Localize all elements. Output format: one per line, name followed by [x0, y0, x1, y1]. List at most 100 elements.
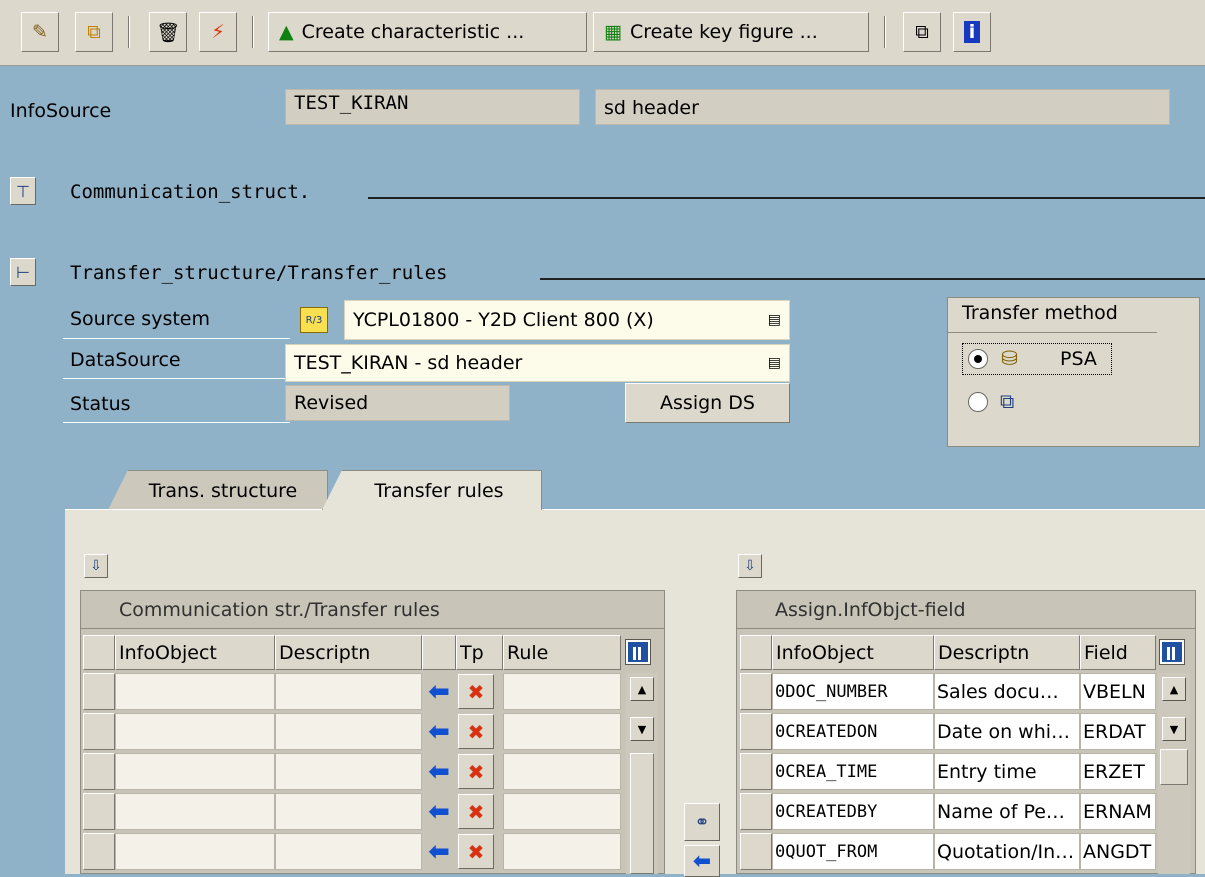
psa-radio[interactable] — [968, 349, 988, 369]
delete-rule-icon[interactable]: ✖ — [458, 754, 494, 789]
create-key-figure-label: Create key figure ... — [629, 21, 818, 43]
right-vertical-scrollbar[interactable]: ▲ ▼ — [1158, 673, 1190, 874]
assign-arrow-icon[interactable]: ⬅ — [423, 714, 455, 749]
create-characteristic-button[interactable]: ▲ Create characteristic ... — [268, 12, 587, 52]
row-selector[interactable] — [740, 673, 772, 710]
assign-arrow-icon[interactable]: ⬅ — [423, 674, 455, 709]
section-divider — [540, 278, 1205, 280]
database-icon: ⛁ — [1001, 346, 1018, 370]
description-cell: Name of Pe… — [934, 793, 1080, 830]
table-caption: Assign.InfObjct-field — [737, 591, 1195, 629]
create-key-figure-button[interactable]: ▦ Create key figure ... — [593, 12, 869, 52]
display-change-button[interactable]: ✎ — [21, 12, 59, 52]
scroll-down-icon[interactable]: ▼ — [630, 717, 654, 741]
tab-transfer-rules[interactable]: Transfer rules — [322, 470, 542, 510]
scroll-thumb[interactable] — [1160, 749, 1188, 785]
infoobject-cell[interactable] — [115, 713, 275, 750]
select-layout-icon[interactable]: ⇩ — [84, 554, 108, 578]
label-underline — [63, 422, 290, 423]
rule-cell[interactable] — [503, 753, 621, 790]
description-cell: Quotation/In… — [934, 833, 1080, 870]
create-characteristic-label: Create characteristic ... — [301, 21, 525, 43]
assign-arrow-icon[interactable]: ⬅ — [423, 834, 455, 869]
scroll-up-icon[interactable]: ▲ — [1162, 677, 1186, 701]
select-layout-icon[interactable]: ⇩ — [738, 554, 762, 578]
row-selector[interactable] — [83, 833, 115, 870]
infoobject-cell[interactable]: 0CREATEDBY — [772, 793, 934, 830]
delete-rule-icon[interactable]: ✖ — [458, 834, 494, 869]
transfer-structure-title: Transfer_structure/Transfer_rules — [70, 262, 448, 284]
tab-trans-structure-label: Trans. structure — [148, 479, 298, 502]
expand-communication-struct-icon[interactable]: ⊤ — [10, 177, 36, 205]
infoobject-cell[interactable] — [115, 753, 275, 790]
source-system-field[interactable]: YCPL01800 - Y2D Client 800 (X) ▤ — [344, 300, 790, 340]
column-header[interactable]: InfoObject — [772, 635, 934, 670]
characteristic-icon: ▲ — [279, 21, 294, 43]
column-header[interactable]: Descriptn — [275, 635, 422, 670]
rule-cell[interactable] — [503, 833, 621, 870]
propose-mapping-button[interactable]: ⚭ — [684, 803, 720, 841]
scroll-thumb[interactable] — [630, 753, 654, 874]
scroll-up-icon[interactable]: ▲ — [630, 677, 654, 701]
infoobject-cell[interactable]: 0QUOT_FROM — [772, 833, 934, 870]
rule-cell[interactable] — [503, 793, 621, 830]
row-selector[interactable] — [740, 793, 772, 830]
select-all-cell[interactable] — [83, 635, 115, 670]
transfer-method-title: Transfer method — [947, 297, 1157, 333]
assign-arrow-icon[interactable]: ⬅ — [423, 794, 455, 829]
object-catalog-button[interactable]: ⧉ — [903, 12, 941, 52]
delete-button[interactable]: 🗑 — [149, 12, 187, 52]
column-settings-icon[interactable] — [1159, 639, 1185, 665]
rule-cell[interactable] — [503, 713, 621, 750]
delete-rule-icon[interactable]: ✖ — [458, 674, 494, 709]
assign-ds-button[interactable]: Assign DS — [625, 383, 790, 423]
infoobject-cell[interactable]: 0CREATEDON — [772, 713, 934, 750]
idoc-radio[interactable] — [968, 392, 988, 412]
source-system-label: Source system — [70, 308, 210, 330]
infoobject-cell[interactable] — [115, 833, 275, 870]
column-header[interactable]: Tp — [456, 635, 503, 670]
psa-option[interactable]: ⛁ PSA — [962, 343, 1112, 375]
connect-icon: ⚭ — [694, 811, 710, 833]
tab-trans-structure[interactable]: Trans. structure — [108, 470, 328, 510]
field-cell: ERDAT — [1080, 713, 1156, 750]
delete-rule-icon[interactable]: ✖ — [458, 794, 494, 829]
value-help-icon[interactable]: ▤ — [768, 355, 781, 371]
row-selector[interactable] — [740, 753, 772, 790]
datasource-field[interactable]: TEST_KIRAN - sd header ▤ — [285, 344, 790, 382]
infoobject-cell[interactable] — [115, 673, 275, 710]
row-selector[interactable] — [83, 673, 115, 710]
toolbar-separator — [128, 16, 130, 48]
column-header[interactable]: Descriptn — [934, 635, 1080, 670]
value-help-icon[interactable]: ▤ — [768, 312, 781, 328]
row-selector[interactable] — [83, 793, 115, 830]
scroll-down-icon[interactable]: ▼ — [1162, 717, 1186, 741]
collapse-transfer-structure-icon[interactable]: ⊢ — [10, 258, 36, 286]
datasource-value: TEST_KIRAN - sd header — [294, 352, 523, 374]
column-settings-icon[interactable] — [625, 639, 651, 665]
infosource-id-field: TEST_KIRAN — [285, 89, 580, 125]
description-cell: Sales docu… — [934, 673, 1080, 710]
info-button[interactable]: i — [953, 12, 991, 52]
infoobject-cell[interactable]: 0CREA_TIME — [772, 753, 934, 790]
column-header[interactable]: InfoObject — [115, 635, 275, 670]
activate-icon: ⚡ — [211, 21, 225, 43]
left-vertical-scrollbar[interactable]: ▲ ▼ — [626, 673, 658, 874]
delete-rule-icon[interactable]: ✖ — [458, 714, 494, 749]
rule-cell[interactable] — [503, 673, 621, 710]
row-selector[interactable] — [740, 713, 772, 750]
row-selector[interactable] — [83, 753, 115, 790]
other-object-button[interactable]: ⧉ — [75, 12, 113, 52]
description-cell — [275, 793, 422, 830]
activate-button[interactable]: ⚡ — [199, 12, 237, 52]
infoobject-cell[interactable]: 0DOC_NUMBER — [772, 673, 934, 710]
row-selector[interactable] — [740, 833, 772, 870]
assign-arrow-icon[interactable]: ⬅ — [423, 754, 455, 789]
column-header[interactable]: Field — [1080, 635, 1156, 670]
column-header[interactable]: Rule — [503, 635, 621, 670]
select-all-cell[interactable] — [740, 635, 772, 670]
infoobject-cell[interactable] — [115, 793, 275, 830]
row-selector[interactable] — [83, 713, 115, 750]
transfer-left-button[interactable]: ⬅ — [684, 845, 720, 877]
description-cell — [275, 673, 422, 710]
